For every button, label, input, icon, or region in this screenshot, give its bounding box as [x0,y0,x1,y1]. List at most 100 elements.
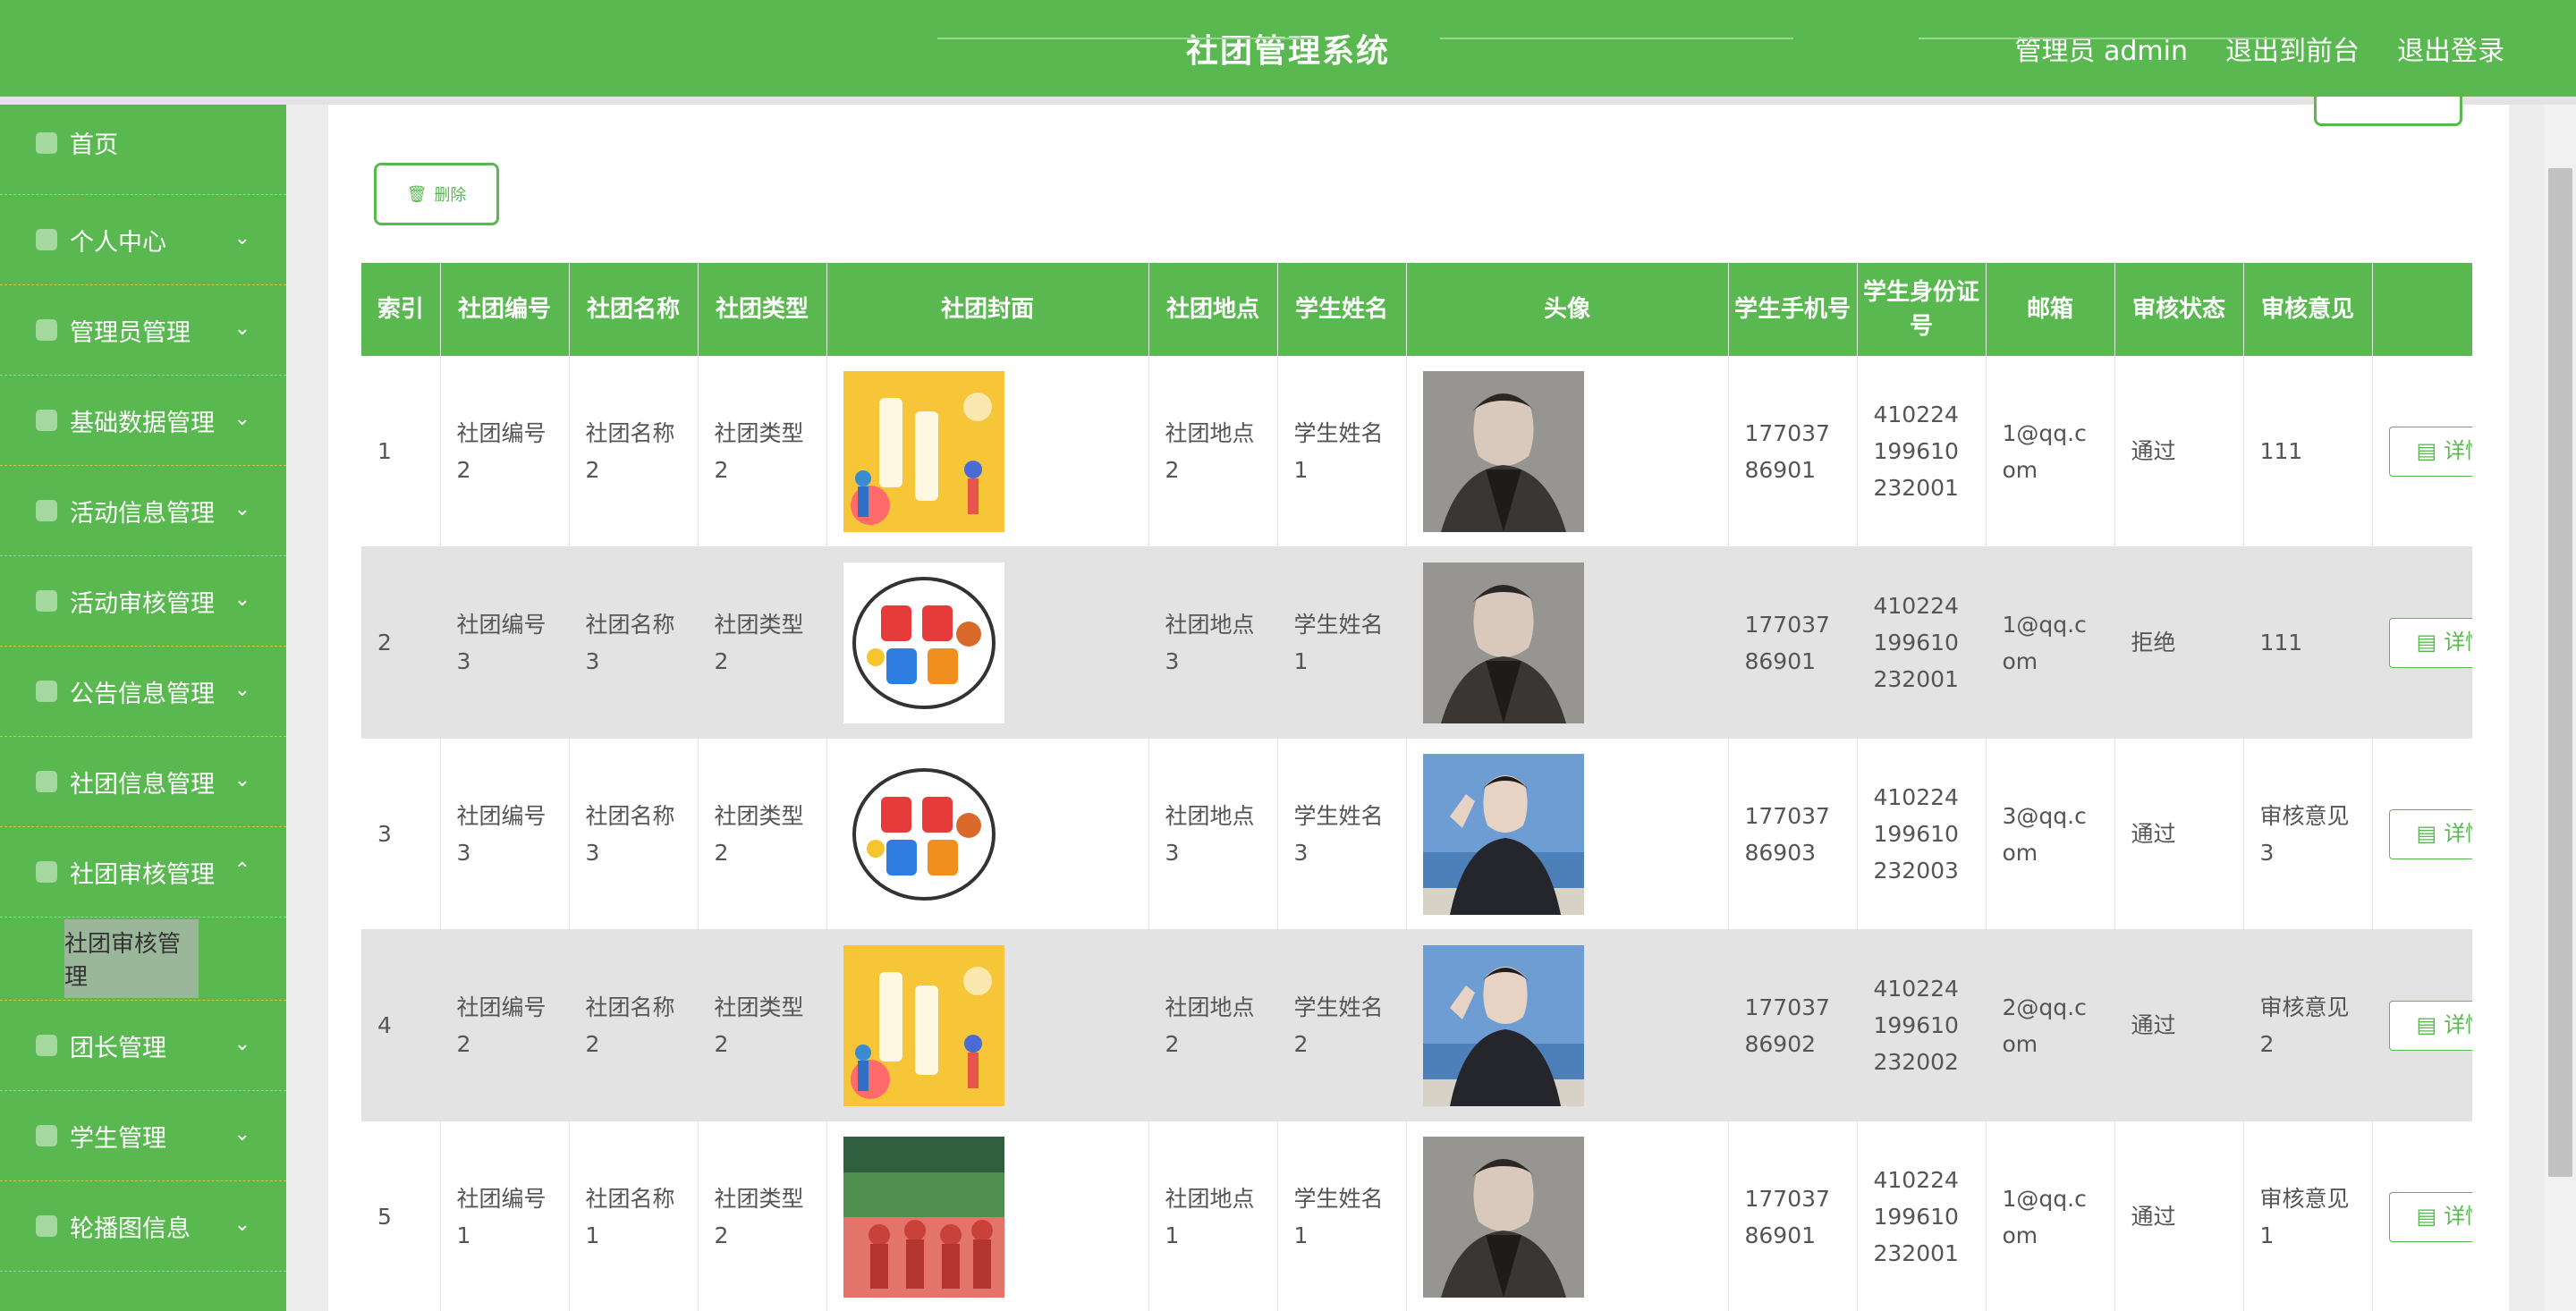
document-icon: ▤ [2416,630,2437,655]
column-header-avatar[interactable]: 头像 [1406,263,1729,356]
table-row[interactable]: 2 社团编号3 社团名称3 社团类型2 社团地点3 学生姓名1 17703786901 410… [361,546,2472,739]
vertical-scrollbar-thumb[interactable] [2548,168,2572,1177]
cell-index: 2 [361,546,441,739]
sidebar-item-club-info[interactable]: 社团信息管理 ⌄ [0,737,286,827]
column-header-index[interactable]: 索引 [361,263,441,356]
sidebar-item-admin-management[interactable]: 管理员管理 ⌄ [0,285,286,376]
cell-club-name: 社团名称3 [569,738,699,930]
list-icon [36,590,57,612]
club-cover-image[interactable] [843,944,1004,1106]
cell-email: 1@qq.com [1986,546,2115,739]
detail-button[interactable]: ▤ 详情 [2388,808,2472,859]
cell-status: 通过 [2114,738,2244,930]
sidebar-divider [0,181,286,195]
chevron-down-icon: ⌄ [233,588,250,611]
sidebar-item-carousel[interactable]: 轮播图信息 ⌄ [0,1181,286,1272]
column-header-phone[interactable]: 学生手机号 [1728,263,1858,356]
cell-club-cover [826,546,1149,739]
cell-email: 3@qq.com [1986,738,2115,930]
detail-button[interactable]: ▤ 详情 [2388,617,2472,668]
table-row[interactable]: 4 社团编号2 社团名称2 社团类型2 社团地点2 学生姓名2 17703786902 410… [361,929,2472,1121]
student-avatar-image[interactable] [1422,753,1584,915]
column-header-club-place[interactable]: 社团地点 [1148,263,1278,356]
sidebar-item-label: 个人中心 [70,228,166,257]
detail-button[interactable]: ▤ 详情 [2388,1000,2472,1051]
sidebar-item-activity-info[interactable]: 活动信息管理 ⌄ [0,466,286,556]
sidebar-item-label: 管理员管理 [70,318,191,347]
student-avatar-image[interactable] [1422,1136,1584,1298]
cell-club-code: 社团编号1 [440,1121,570,1311]
review-table-container: 索引 社团编号 社团名称 社团类型 社团封面 社团地点 学生姓名 头像 学生手机… [361,263,2472,1311]
sidebar-item-leader-management[interactable]: 团长管理 ⌄ [0,1001,286,1091]
sidebar-item-student-management[interactable]: 学生管理 ⌄ [0,1091,286,1181]
sidebar-item-base-data[interactable]: 基础数据管理 ⌄ [0,376,286,466]
detail-button[interactable]: ▤ 详情 [2388,1191,2472,1242]
sidebar-item-notice-info[interactable]: 公告信息管理 ⌄ [0,647,286,737]
cell-phone: 17703786901 [1728,356,1858,547]
sidebar-item-label: 首页 [70,131,118,159]
cell-index: 5 [361,1121,441,1311]
cell-club-code: 社团编号2 [440,929,570,1121]
cell-id-card: 410224199610232001 [1857,1121,1987,1311]
sidebar-item-personal-center[interactable]: 个人中心 ⌄ [0,195,286,285]
table-row[interactable]: 1 社团编号2 社团名称2 社团类型2 社团地点2 学生姓名1 17703786901 410… [361,356,2472,547]
student-avatar-image[interactable] [1422,562,1584,723]
column-header-club-cover[interactable]: 社团封面 [826,263,1149,356]
chevron-down-icon: ⌄ [233,227,250,250]
cell-club-code: 社团编号3 [440,546,570,739]
club-cover-image[interactable] [843,562,1004,723]
cell-club-type: 社团类型2 [698,1121,827,1311]
club-cover-image[interactable] [843,370,1004,532]
chevron-down-icon: ⌄ [233,408,250,430]
student-name-search-input[interactable] [1919,18,2296,39]
column-header-club-name[interactable]: 社团名称 [569,263,699,356]
sidebar-item-home[interactable]: 首页 [0,105,286,181]
cell-club-type: 社团类型2 [698,929,827,1121]
sidebar-item-label: 社团审核管理 [70,860,215,889]
detail-button[interactable]: ▤ 详情 [2388,426,2472,477]
sidebar-item-label: 基础数据管理 [70,409,215,437]
cell-status: 拒绝 [2114,546,2244,739]
club-cover-image[interactable] [843,1136,1004,1298]
header-divider [0,97,2576,105]
chevron-down-icon: ⌄ [233,317,250,340]
cell-club-cover [826,929,1149,1121]
column-header-status[interactable]: 审核状态 [2114,263,2244,356]
student-avatar-image[interactable] [1422,944,1584,1106]
student-avatar-image[interactable] [1422,370,1584,532]
column-header-email[interactable]: 邮箱 [1986,263,2115,356]
detail-button-label: 详情 [2444,630,2472,655]
column-header-student-name[interactable]: 学生姓名 [1277,263,1407,356]
cell-avatar [1406,356,1729,547]
club-name-search-input[interactable] [937,18,1313,39]
cell-index: 3 [361,738,441,930]
column-header-club-type[interactable]: 社团类型 [698,263,827,356]
chevron-down-icon: ⌄ [233,1123,250,1146]
sidebar-item-activity-review[interactable]: 活动审核管理 ⌄ [0,556,286,647]
cell-index: 4 [361,929,441,1121]
search-button[interactable] [2314,97,2462,126]
logout-link[interactable]: 退出登录 [2397,29,2504,68]
sidebar-item-club-review[interactable]: 社团审核管理 ⌃ [0,827,286,918]
sidebar-item-label: 学生管理 [70,1124,166,1153]
club-type-search-input[interactable] [1440,18,1793,39]
cell-actions: ▤ 详情 [2372,929,2472,1121]
column-header-id-card[interactable]: 学生身份证号 [1857,263,1987,356]
cell-email: 1@qq.com [1986,1121,2115,1311]
trash-icon: 🗑 [406,184,428,204]
delete-button[interactable]: 🗑 删除 [374,163,499,225]
cell-club-cover [826,356,1149,547]
sidebar-subitem-club-review[interactable]: 社团审核管理 [64,919,199,998]
cell-opinion: 111 [2243,546,2373,739]
table-row[interactable]: 3 社团编号3 社团名称3 社团类型2 社团地点3 学生姓名3 17703786903 410… [361,738,2472,930]
sidebar-menu: 首页 个人中心 ⌄ 管理员管理 ⌄ 基础数据管理 ⌄ 活动信息管理 ⌄ 活动审核… [0,105,286,1311]
leader-icon [36,1035,57,1056]
chevron-down-icon: ⌄ [233,1214,250,1236]
column-header-club-code[interactable]: 社团编号 [440,263,570,356]
table-row[interactable]: 5 社团编号1 社团名称1 社团类型2 社团地点1 学生姓名1 17703786901 410… [361,1121,2472,1311]
club-cover-image[interactable] [843,753,1004,915]
column-header-opinion[interactable]: 审核意见 [2243,263,2373,356]
cell-id-card: 410224199610232001 [1857,546,1987,739]
cell-email: 1@qq.com [1986,356,2115,547]
cell-status: 通过 [2114,356,2244,547]
